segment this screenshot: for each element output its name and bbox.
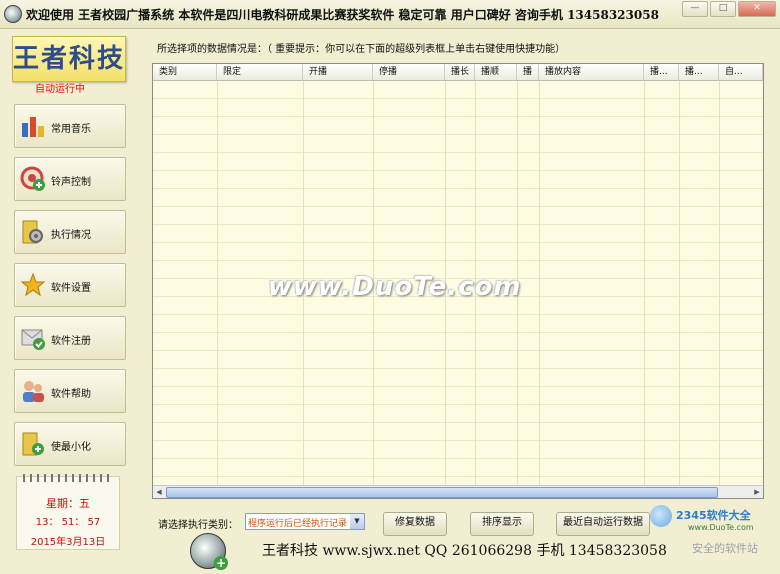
scroll-right-arrow-icon[interactable]: ▶ [751,486,763,498]
column-header[interactable]: 开播 [303,64,373,80]
folder-add-icon [22,432,44,456]
minimize-button[interactable]: — [682,1,708,17]
calendar-weekday: 星期：五 [46,497,90,510]
calendar-date: 2015年3月13日 [30,537,106,548]
horizontal-scrollbar[interactable]: ◀ ▶ [153,485,763,498]
nav-label: 常用音乐 [51,124,91,135]
close-button[interactable]: ✕ [738,1,776,17]
grid-header: 类别 限定 开播 停播 播长 播顺 播 播放内容 播... 播... 自... [153,64,763,81]
app-icon [4,5,22,23]
data-hint: 所选择项的数据情况是：（ 重要提示：你可以在下面的超级列表框上单击右键使用快捷功… [157,44,566,55]
calendar-widget: 星期：五 13： 51： 57 2015年3月13日 [16,474,120,550]
brand-logo: 王者科技 [12,36,126,82]
nav-label: 软件设置 [51,283,91,294]
footer-contact: 王者科技 www.sjwx.net QQ 261066298 手机 134583… [262,543,667,559]
auto-run-status: 自动运行中 [35,84,85,95]
left-panel: 王者科技 自动运行中 常用音乐 铃声控制 执行情况 软件设置 软件注册 软件帮助… [0,29,140,574]
column-header[interactable]: 播顺 [475,64,517,80]
grid-line [719,81,720,485]
column-header[interactable]: 播 [517,64,539,80]
nav-button-minimize[interactable]: 使最小化 [14,422,126,466]
star-icon [20,272,46,297]
nav-button-execution-status[interactable]: 执行情况 [14,210,126,254]
grid-line [217,81,218,485]
nav-label: 铃声控制 [51,177,91,188]
exec-type-label: 请选择执行类别： [158,520,238,531]
envelope-check-icon [21,329,45,350]
nav-label: 软件注册 [51,336,91,347]
bar-chart-icon [22,117,44,137]
bell-add-icon [20,166,45,191]
window-controls: — □ ✕ [682,1,776,17]
column-header[interactable]: 播放内容 [539,64,644,80]
recent-auto-run-button[interactable]: 最近自动运行数据 [556,512,650,536]
column-header[interactable]: 类别 [153,64,217,80]
nav-button-common-music[interactable]: 常用音乐 [14,104,126,148]
plus-icon: + [214,556,228,570]
column-header[interactable]: 播... [679,64,719,80]
nav-button-bell-control[interactable]: 铃声控制 [14,157,126,201]
calendar-time: 13： 51： 57 [35,517,101,528]
column-header[interactable]: 限定 [217,64,303,80]
scrollbar-thumb[interactable] [166,487,718,498]
exec-type-select[interactable]: 程序运行后已经执行记录 ▼ [245,513,365,530]
exec-type-value: 程序运行后已经执行记录 [248,519,348,529]
grid-line [644,81,645,485]
users-icon [23,381,44,402]
column-header[interactable]: 自... [719,64,763,80]
download-site-watermark: 2345软件大全 www.DuoTe.com 安全的软件站 [648,503,778,563]
title-bar: 欢迎使用 王者校园广播系统 本软件是四川电教科研成果比赛获奖软件 稳定可靠 用户… [0,0,780,29]
chevron-down-icon[interactable]: ▼ [350,514,364,529]
bird-mascot-icon [650,505,672,527]
nav-label: 执行情况 [51,230,91,241]
column-header[interactable]: 播长 [445,64,475,80]
nav-label: 使最小化 [51,442,91,453]
grid-line [539,81,540,485]
watermark-url: www.DuoTe.com [688,523,754,532]
folder-gear-icon [22,220,43,244]
maximize-button[interactable]: □ [710,1,736,17]
watermark-slogan: 安全的软件站 [692,542,758,555]
site-watermark: www.DuoTe.com [268,272,522,302]
calendar-rings [23,474,113,482]
nav-button-register[interactable]: 软件注册 [14,316,126,360]
sort-display-button[interactable]: 排序显示 [470,512,534,536]
column-header[interactable]: 播... [644,64,679,80]
grid-line [679,81,680,485]
nav-button-help[interactable]: 软件帮助 [14,369,126,413]
nav-label: 软件帮助 [51,389,91,400]
window-title: 欢迎使用 王者校园广播系统 本软件是四川电教科研成果比赛获奖软件 稳定可靠 用户… [26,8,659,22]
column-header[interactable]: 停播 [373,64,445,80]
restore-data-button[interactable]: 修复数据 [383,512,447,536]
watermark-brand: 2345软件大全 [676,509,751,522]
nav-button-settings[interactable]: 软件设置 [14,263,126,307]
app-logo-add-icon[interactable]: + [190,533,228,570]
scroll-left-arrow-icon[interactable]: ◀ [153,486,165,498]
